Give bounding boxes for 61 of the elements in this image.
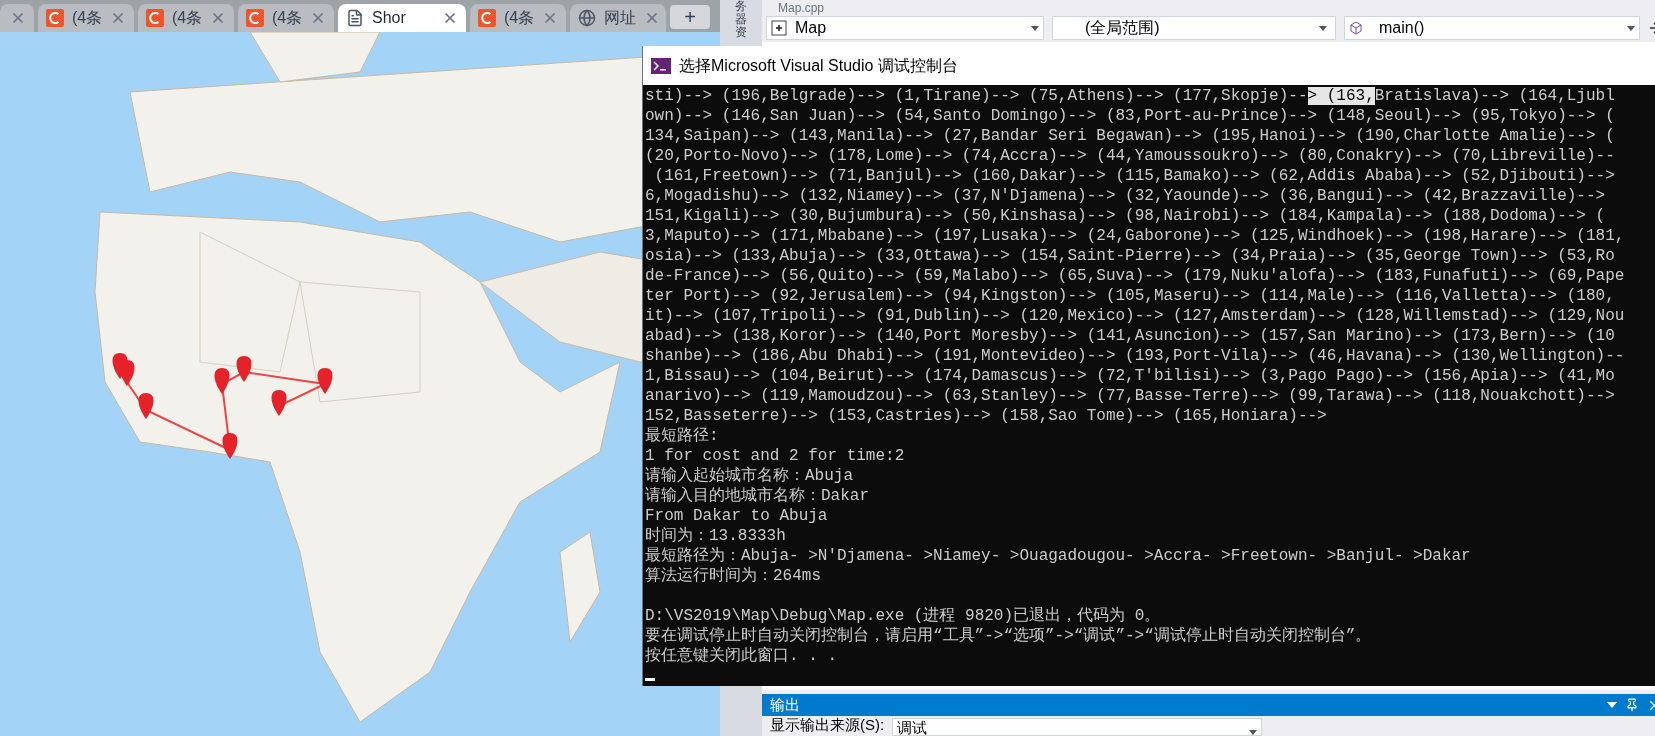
browser-tab[interactable]: (4条 (238, 4, 334, 32)
dropdown-caret-icon (1627, 25, 1635, 31)
document-icon (346, 9, 364, 27)
site-logo-icon (478, 9, 496, 27)
browser-tab[interactable]: Shor (338, 4, 466, 32)
console-line: (161,Freetown)--> (71,Banjul)--> (160,Dakar)--> (115,Bamako)--> (62,Addis Ababa)--> (52,Djibouti)--> (653, 166, 1616, 186)
site-logo-icon (246, 9, 264, 27)
console-line: anarivo)--> (119,Mamoudzou)--> (63,Stanley)--> (77,Basse-Terre)--> (99,Tarawa)--> (118,Nouakchott)--> (645, 386, 1616, 406)
browser-tab[interactable]: (4条 (138, 4, 234, 32)
console-line: de-France)--> (56,Quito)--> (59,Malabo)--> (65,Suva)--> (179,Nuku'alofa)--> (183,Funafuti)--> (69,Pape (645, 266, 1626, 286)
dropdown-caret-icon (1319, 25, 1327, 31)
scope-dropdown[interactable]: (全局范围) (1052, 16, 1336, 40)
console-line: osia)--> (133,Abuja)--> (33,Ottawa)--> (154,Saint-Pierre)--> (34,Praia)--> (35,George Town)--> (53,Ro (645, 246, 1616, 266)
dropdown-caret-icon (1249, 730, 1258, 735)
source-label: 显示输出来源(S): (770, 716, 885, 735)
console-line: 134,Saipan)--> (143,Manila)--> (27,Bandar Seri Begawan)--> (195,Hanoi)--> (190,Charlotte Amalie)--> ( (645, 126, 1616, 146)
panel-title: 输出 (770, 694, 801, 715)
console-app-icon (651, 57, 671, 74)
browser-tab[interactable] (0, 4, 34, 32)
console-line: 时间为：13.8333h (645, 526, 787, 546)
console-line: shanbe)--> (186,Abu Dhabi)--> (191,Montevideo)--> (193,Port-Vila)--> (46,Havana)--> (130,Wellington)-- (645, 346, 1626, 366)
console-line: 6,Mogadishu)--> (132,Niamey)--> (37,N'Djamena)--> (32,Yaounde)--> (36,Bangui)--> (42,Brazzaville)--> (645, 186, 1607, 206)
console-line: it)--> (107,Tripoli)--> (91,Dublin)--> (120,Mexico)--> (127,Amsterdam)--> (128,Willemstad)--> (129,Nou (645, 306, 1626, 326)
window-title: 选择Microsoft Visual Studio 调试控制台 (679, 55, 958, 76)
site-logo-icon (146, 9, 164, 27)
console-line: 1 for cost and 2 for time:2 (645, 446, 906, 466)
new-tab-button[interactable]: + (670, 5, 710, 29)
console-line: ter Port)--> (92,Jerusalem)--> (94,Kingston)--> (105,Maseru)--> (114,Male)--> (116,Valletta)--> (180, (645, 286, 1616, 306)
console-line: 按任意键关闭此窗口. . . (645, 646, 838, 666)
browser-tab[interactable]: 网址 (570, 4, 666, 32)
site-logo-icon (46, 9, 64, 27)
console-line: 请输入目的地城市名称：Dakar (645, 486, 870, 506)
console-line: own)--> (146,San Juan)--> (54,Santo Domingo)--> (83,Port-au-Prince)--> (148,Seoul)--> (95,Tokyo)--> ( (645, 106, 1616, 126)
console-line: (20,Porto-Novo)--> (178,Lome)--> (74,Accra)--> (44,Yamoussoukro)--> (80,Conakry)--> (70,Libreville)-- (645, 146, 1616, 166)
cube-icon (1349, 21, 1363, 35)
console-line: 最短路径为：Abuja- >N'Djamena- >Niamey- >Ouagadougou- >Accra- >Freetown- >Banjul- >Dakar (645, 546, 1472, 566)
console-line: 3,Maputo)--> (171,Mbabane)--> (197,Lusaka)--> (24,Gaborone)--> (125,Windhoek)--> (198,Harare)--> (181, (645, 226, 1626, 246)
console-line: 最短路径: (645, 426, 720, 446)
console-line: 151,Kigali)--> (30,Bujumbura)--> (50,Kinshasa)--> (98,Nairobi)--> (184,Kampala)--> (188,Dodoma)--> ( (645, 206, 1607, 226)
browser-tab[interactable]: (4条 (38, 4, 134, 32)
console-line: 1,Bissau)--> (104,Beirut)--> (174,Damascus)--> (72,T'bilisi)--> (3,Pago Pago)--> (156,Apia)--> (41,Mo (645, 366, 1616, 386)
project-dropdown[interactable]: Map (766, 16, 1044, 40)
console-line: abad)--> (138,Koror)--> (140,Port Moresby)--> (141,Asuncion)--> (157,San Marino)--> (173,Bern)--> (10 (645, 326, 1616, 346)
dropdown-caret-icon (1031, 25, 1039, 31)
member-dropdown[interactable]: main() (1344, 16, 1640, 40)
browser-tab[interactable]: (4条 (470, 4, 566, 32)
console-line: From Dakar to Abuja (645, 506, 829, 526)
console-line: 152,Basseterre)--> (153,Castries)--> (158,Sao Tome)--> (165,Honiara)--> (645, 406, 1328, 426)
globe-icon (578, 9, 596, 27)
project-icon (771, 20, 787, 36)
console-line: 算法运行时间为：264ms (645, 566, 822, 586)
console-line: 请输入起始城市名称：Abuja (645, 466, 854, 486)
pin-icon[interactable] (1625, 698, 1639, 712)
console-line: 要在调试停止时自动关闭控制台，请启用“工具”->“选项”->“调试”->“调试停止时自动关闭控制台”。 (645, 626, 1373, 646)
side-panel-label[interactable]: 务器资 (735, 0, 747, 40)
text-cursor (645, 678, 655, 681)
console-line: D:\VS2019\Map\Debug\Map.exe (进程 9820)已退出，代码为 0。 (645, 606, 1162, 626)
console-line: sti)--> (196,Belgrade)--> (1,Tirane)--> (75,Athens)--> (177,Skopje)--> (163,Bratislava)--> (164,Ljubl (645, 86, 1616, 106)
source-dropdown[interactable]: 调试 (892, 718, 1263, 736)
file-tab[interactable]: Map.cpp (770, 2, 833, 14)
dropdown-caret-icon[interactable] (1607, 702, 1617, 708)
